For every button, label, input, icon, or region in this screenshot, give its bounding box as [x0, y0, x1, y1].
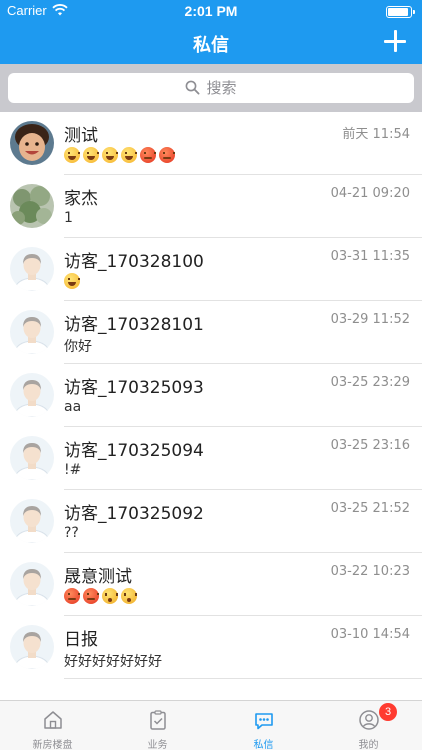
contact-name: 测试: [64, 126, 98, 146]
search-input[interactable]: 搜索: [8, 73, 414, 103]
message-time: 03-10 14:54: [330, 627, 410, 642]
search-bar: 搜索: [0, 64, 422, 112]
tab-label: 新房楼盘: [32, 740, 73, 750]
laugh-emoji-icon: [102, 147, 118, 163]
battery-icon: [386, 6, 415, 18]
angry-emoji-icon: [159, 147, 175, 163]
user-icon: [359, 710, 379, 730]
contact-name: 访客_170325092: [64, 504, 204, 524]
angry-emoji-icon: [64, 588, 80, 604]
laugh-emoji-icon: [121, 147, 137, 163]
avatar-image: [10, 499, 54, 543]
conversation-row[interactable]: 访客_170328100 03-31 11:35: [0, 238, 422, 301]
status-bar: Carrier 2:01 PM: [0, 0, 422, 22]
search-placeholder: 搜索: [206, 79, 237, 97]
message-preview: 1: [64, 210, 73, 226]
conversation-row[interactable]: 家杰 04-21 09:20 1: [0, 175, 422, 238]
message-time: 03-31 11:35: [330, 249, 410, 264]
conversation-row[interactable]: 访客_170325093 03-25 23:29 aa: [0, 364, 422, 427]
angry-emoji-icon: [83, 588, 99, 604]
notification-badge: 3: [379, 703, 397, 721]
message-time: 03-25 23:29: [330, 375, 410, 390]
contact-name: 家杰: [64, 189, 98, 209]
avatar-image: [10, 373, 54, 417]
tab-label: 私信: [253, 740, 274, 750]
clock: 2:01 PM: [184, 3, 238, 19]
avatar-image: [10, 436, 54, 480]
message-icon: [255, 713, 273, 730]
avatar: [10, 562, 54, 606]
avatar-image: [10, 121, 54, 165]
laugh-emoji-icon: [64, 273, 80, 289]
conversation-row[interactable]: 访客_170328101 03-29 11:52 你好: [0, 301, 422, 364]
avatar-image: [10, 247, 54, 291]
contact-name: 访客_170328100: [64, 252, 204, 272]
tab-business[interactable]: 业务: [105, 701, 210, 750]
message-time: 03-25 23:16: [330, 438, 410, 453]
contact-name: 日报: [64, 630, 98, 650]
message-preview: !#: [64, 462, 81, 478]
tab-new-homes[interactable]: 新房楼盘: [0, 701, 105, 750]
message-preview: 你好: [64, 336, 92, 356]
message-time: 03-29 11:52: [330, 312, 410, 327]
add-icon[interactable]: [384, 30, 406, 52]
message-preview: 好好好好好好好: [64, 651, 162, 671]
laugh-emoji-icon: [83, 147, 99, 163]
row-divider: [64, 678, 422, 679]
tab-bar: 新房楼盘 业务 私信 3 我的: [0, 700, 422, 750]
message-text: !#: [64, 462, 82, 478]
message-text: ??: [64, 525, 79, 541]
page-title: 私信: [193, 35, 229, 56]
message-time: 前天 11:54: [342, 127, 410, 142]
dizzy-emoji-icon: [121, 588, 137, 604]
avatar: [10, 499, 54, 543]
avatar: [10, 373, 54, 417]
conversation-row[interactable]: 访客_170325094 03-25 23:16 !#: [0, 427, 422, 490]
home-icon: [44, 711, 62, 729]
tab-label: 我的: [358, 740, 379, 750]
contact-name: 访客_170325094: [64, 441, 204, 461]
contact-name: 访客_170325093: [64, 378, 204, 398]
avatar: [10, 184, 54, 228]
tab-mine[interactable]: 3 我的: [316, 701, 421, 750]
message-preview: aa: [64, 399, 81, 415]
message-time: 03-22 10:23: [330, 564, 410, 579]
avatar-image: [10, 562, 54, 606]
message-time: 04-21 09:20: [330, 186, 410, 201]
conversation-row[interactable]: 日报 03-10 14:54 好好好好好好好: [0, 616, 422, 679]
conversation-row[interactable]: 访客_170325092 03-25 21:52??: [0, 490, 422, 553]
laugh-emoji-icon: [64, 147, 80, 163]
message-text: aa: [64, 399, 82, 415]
avatar: [10, 625, 54, 669]
message-text: 1: [64, 210, 73, 226]
avatar: [10, 121, 54, 165]
contact-name: 访客_170328101: [64, 315, 204, 335]
avatar: [10, 247, 54, 291]
message-preview: [64, 273, 83, 290]
message-text: 你好: [64, 339, 92, 355]
tab-label: 业务: [147, 740, 168, 750]
dizzy-emoji-icon: [102, 588, 118, 604]
avatar-image: [10, 310, 54, 354]
contact-name: 晟意测试: [64, 567, 132, 587]
message-preview: ??: [64, 525, 79, 541]
message-time: 03-25 21:52: [330, 501, 410, 516]
avatar-image: [10, 625, 54, 669]
navigation-header: Carrier 2:01 PM 私信: [0, 0, 422, 64]
avatar: [10, 310, 54, 354]
avatar: [10, 436, 54, 480]
search-icon: [186, 80, 200, 95]
angry-emoji-icon: [140, 147, 156, 163]
message-preview: [64, 588, 140, 605]
conversation-list: 测试 前天 11:54 家杰 04-21 09:20 1 访客_170328100 03-3…: [0, 112, 422, 679]
message-preview: [64, 147, 178, 164]
conversation-row[interactable]: 晟意测试 03-22 10:23: [0, 553, 422, 616]
tab-messages[interactable]: 私信: [211, 701, 316, 750]
clipboard-icon: [150, 710, 166, 730]
avatar-image: [10, 184, 54, 228]
conversation-row[interactable]: 测试 前天 11:54: [0, 112, 422, 175]
message-text: 好好好好好好好: [64, 654, 162, 670]
